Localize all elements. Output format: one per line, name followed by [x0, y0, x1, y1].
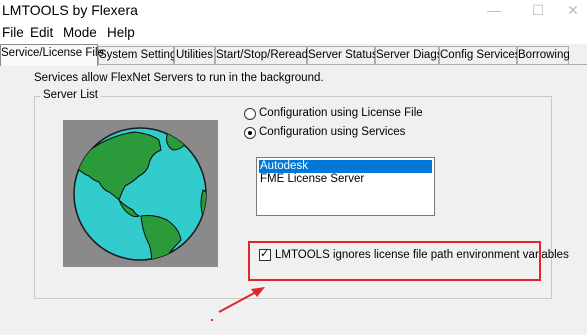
- tab-service-license-file[interactable]: Service/License File: [0, 44, 104, 66]
